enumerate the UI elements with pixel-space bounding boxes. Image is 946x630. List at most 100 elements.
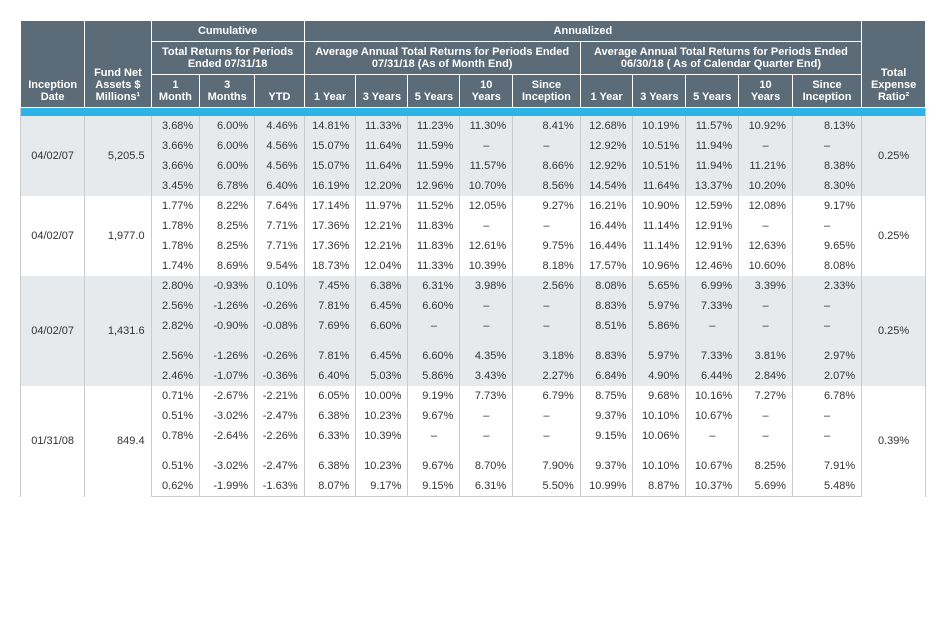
data-cell: 10.00% [356,386,408,406]
data-cell: 5.86% [633,316,686,336]
data-cell: 2.56% [513,276,581,296]
data-cell: -1.26% [200,296,255,316]
data-cell: 2.46% [151,366,200,386]
data-cell: 15.07% [304,156,356,176]
data-cell: 12.59% [686,196,739,216]
data-cell: 8.70% [460,446,513,476]
expense-ratio-cell: 0.25% [862,196,926,276]
table-row: 0.51%-3.02%-2.47%6.38%10.23%9.67%8.70%7.… [21,446,926,476]
data-cell: 7.69% [304,316,356,336]
data-cell: 2.80% [151,276,200,296]
data-cell: -0.93% [200,276,255,296]
data-cell: 12.63% [739,236,793,256]
data-cell: 0.71% [151,386,200,406]
data-cell: 7.64% [255,196,304,216]
data-cell: 6.31% [460,476,513,497]
inception-date-cell: 04/02/07 [21,116,85,196]
data-cell: 6.60% [356,316,408,336]
data-cell: 9.68% [633,386,686,406]
data-cell: – [513,136,581,156]
data-cell: 5.97% [633,336,686,366]
data-cell: 10.51% [633,136,686,156]
data-cell: 10.20% [739,176,793,196]
data-cell: 11.83% [408,236,460,256]
data-cell: 16.44% [580,236,633,256]
inception-date-cell: 01/31/08 [21,386,85,497]
data-cell: 8.30% [792,176,861,196]
table-row: 2.56%-1.26%-0.26%7.81%6.45%6.60%4.35%3.1… [21,336,926,366]
col-1-year-m: 1 Year [304,75,356,108]
cumulative-subheader: Total Returns for Periods Ended 07/31/18 [151,42,304,75]
data-cell: 2.82% [151,316,200,336]
data-cell: – [686,316,739,336]
data-cell: 12.20% [356,176,408,196]
data-cell: -0.08% [255,316,304,336]
data-cell: -2.26% [255,426,304,446]
data-cell: 8.87% [633,476,686,497]
data-cell: 11.64% [356,136,408,156]
data-cell: – [513,316,581,336]
data-cell: -0.26% [255,336,304,366]
data-cell: 10.67% [686,406,739,426]
data-cell: 12.04% [356,256,408,276]
data-cell: 10.37% [686,476,739,497]
data-cell: 0.62% [151,476,200,497]
data-cell: 6.33% [304,426,356,446]
data-cell: 4.56% [255,156,304,176]
data-cell: 4.56% [255,136,304,156]
data-cell: 10.51% [633,156,686,176]
data-cell: 14.54% [580,176,633,196]
data-cell: 6.78% [200,176,255,196]
data-cell: 6.40% [255,176,304,196]
data-cell: 6.45% [356,296,408,316]
data-cell: 8.08% [792,256,861,276]
data-cell: 5.65% [633,276,686,296]
data-cell: – [739,136,793,156]
data-cell: 8.66% [513,156,581,176]
data-cell: -2.21% [255,386,304,406]
data-cell: – [460,136,513,156]
data-cell: 3.81% [739,336,793,366]
data-cell: 3.68% [151,116,200,136]
data-cell: 2.27% [513,366,581,386]
table-row: 3.66%6.00%4.56%15.07%11.64%11.59%––12.92… [21,136,926,156]
data-cell: 11.97% [356,196,408,216]
data-cell: 8.08% [580,276,633,296]
data-cell: 6.60% [408,296,460,316]
col-ytd: YTD [255,75,304,108]
data-cell: 8.83% [580,296,633,316]
data-cell: 6.40% [304,366,356,386]
table-row: 0.51%-3.02%-2.47%6.38%10.23%9.67%––9.37%… [21,406,926,426]
data-cell: 9.17% [356,476,408,497]
data-cell: 11.14% [633,236,686,256]
data-cell: 6.44% [686,366,739,386]
data-cell: – [460,296,513,316]
data-cell: 3.39% [739,276,793,296]
data-cell: -2.47% [255,446,304,476]
data-cell: 1.77% [151,196,200,216]
data-cell: 7.81% [304,296,356,316]
data-cell: 10.16% [686,386,739,406]
data-cell: 11.23% [408,116,460,136]
data-cell: 3.18% [513,336,581,366]
data-cell: -0.90% [200,316,255,336]
data-cell: 7.27% [739,386,793,406]
data-cell: 12.21% [356,216,408,236]
table-row: 2.46%-1.07%-0.36%6.40%5.03%5.86%3.43%2.2… [21,366,926,386]
table-row: 04/02/071,431.62.80%-0.93%0.10%7.45%6.38… [21,276,926,296]
table-row: 1.78%8.25%7.71%17.36%12.21%11.83%––16.44… [21,216,926,236]
data-cell: 9.17% [792,196,861,216]
data-cell: -3.02% [200,446,255,476]
data-cell: 11.30% [460,116,513,136]
data-cell: – [513,406,581,426]
data-cell: 6.05% [304,386,356,406]
data-cell: -3.02% [200,406,255,426]
data-cell: 8.51% [580,316,633,336]
data-cell: 10.39% [460,256,513,276]
data-cell: 12.91% [686,236,739,256]
data-cell: 7.71% [255,236,304,256]
table-row: 01/31/08849.40.71%-2.67%-2.21%6.05%10.00… [21,386,926,406]
data-cell: 10.70% [460,176,513,196]
data-cell: 17.57% [580,256,633,276]
data-cell: -1.63% [255,476,304,497]
